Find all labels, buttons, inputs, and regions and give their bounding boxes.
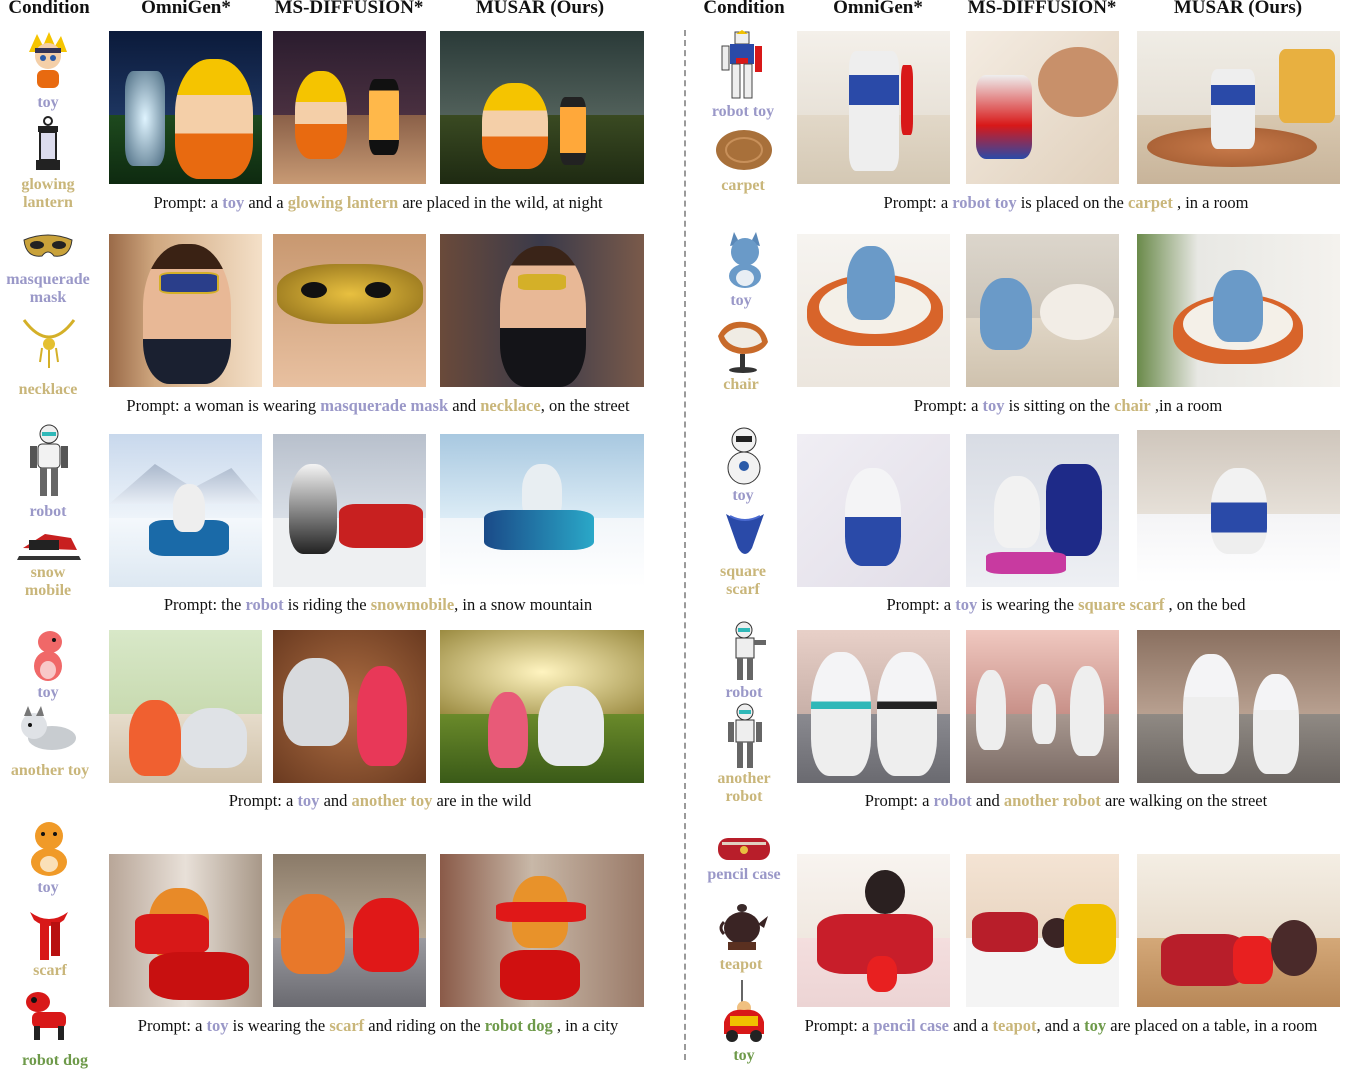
generated-image-omnigen: [109, 630, 262, 783]
prompt-caption: Prompt: a toy is wearing the square scar…: [886, 595, 1246, 614]
condition-label: robot toy: [711, 103, 775, 120]
car-toy-icon: [720, 978, 768, 1046]
generated-image-msdiffusion: [966, 854, 1119, 1007]
header-omnigen-left: OmniGen*: [141, 0, 231, 18]
prompt-caption: Prompt: a robot and another robot are wa…: [864, 791, 1268, 810]
pencil-case-icon: [716, 834, 772, 862]
generated-image-msdiffusion: [966, 630, 1119, 783]
condition-label: square scarf: [720, 563, 766, 598]
condition-label: toy: [733, 1047, 755, 1064]
prompt-caption: Prompt: a pencil case and a teapot, and …: [804, 1016, 1318, 1035]
generated-image-msdiffusion: [966, 31, 1119, 184]
prompt-caption: Prompt: a woman is wearing masquerade ma…: [126, 396, 630, 415]
condition-label: scarf: [33, 962, 67, 979]
generated-image-musar: [1137, 234, 1340, 387]
robot-icon: [28, 424, 70, 500]
generated-image-msdiffusion: [273, 31, 426, 184]
header-msdiffusion-right: MS-DIFFUSION*: [967, 0, 1117, 18]
condition-label: toy: [37, 684, 59, 701]
condition-label: glowing lantern: [21, 176, 75, 211]
robot-toy-icon: [722, 426, 766, 488]
prompt-caption: Prompt: a robot toy is placed on the car…: [883, 193, 1249, 212]
condition-label: toy: [37, 879, 59, 896]
condition-label: toy: [732, 487, 754, 504]
chair-icon: [714, 318, 772, 374]
generated-image-omnigen: [797, 630, 950, 783]
necklace-icon: [18, 314, 80, 376]
robot-dog-icon: [18, 988, 78, 1042]
header-condition-right: Condition: [703, 0, 785, 18]
prompt-caption: Prompt: a toy and another toy are in the…: [228, 791, 532, 810]
condition-label: snow mobile: [24, 564, 72, 599]
generated-image-omnigen: [109, 234, 262, 387]
condition-label: toy: [730, 292, 752, 309]
condition-label: pencil case: [707, 866, 781, 883]
header-condition-left: Condition: [8, 0, 90, 18]
generated-image-musar: [1137, 630, 1340, 783]
generated-image-musar: [440, 234, 644, 387]
generated-image-omnigen: [109, 434, 262, 587]
generated-image-msdiffusion: [966, 234, 1119, 387]
lantern-icon: [30, 116, 66, 174]
scarf-icon: [24, 904, 74, 962]
generated-image-msdiffusion: [273, 854, 426, 1007]
condition-label: necklace: [18, 381, 78, 398]
gundam-toy-icon: [718, 30, 766, 102]
snowmobile-icon: [15, 526, 83, 564]
generated-image-omnigen: [797, 31, 950, 184]
square-scarf-icon: [722, 508, 768, 566]
cat-toy-icon: [722, 232, 768, 290]
condition-label: another toy: [10, 762, 90, 779]
dinosaur-toy-icon: [28, 628, 70, 682]
header-msdiffusion-left: MS-DIFFUSION*: [274, 0, 424, 18]
generated-image-msdiffusion: [966, 434, 1119, 587]
condition-label: chair: [723, 376, 759, 393]
condition-label: teapot: [719, 956, 763, 973]
generated-image-msdiffusion: [273, 434, 426, 587]
generated-image-msdiffusion: [273, 630, 426, 783]
condition-label: robot dog: [22, 1052, 88, 1069]
generated-image-omnigen: [797, 434, 950, 587]
generated-image-musar: [440, 854, 644, 1007]
column-divider: [684, 30, 686, 1060]
generated-image-musar: [1137, 854, 1340, 1007]
tiger-toy-icon: [22, 818, 76, 878]
robot-icon: [726, 702, 764, 770]
generated-image-msdiffusion: [273, 234, 426, 387]
condition-label: robot: [725, 684, 763, 701]
generated-image-musar: [1137, 31, 1340, 184]
condition-label: masquerade mask: [6, 271, 90, 306]
prompt-caption: Prompt: a toy is wearing the scarf and r…: [137, 1016, 619, 1035]
prompt-caption: Prompt: a toy is sitting on the chair ,i…: [913, 396, 1223, 415]
mask-icon: [20, 230, 76, 264]
condition-label: toy: [37, 94, 59, 111]
husky-toy-icon: [16, 706, 80, 754]
naruto-toy-icon: [25, 30, 71, 92]
generated-image-musar: [440, 630, 644, 783]
header-musar-left: MUSAR (Ours): [475, 0, 605, 18]
header-omnigen-right: OmniGen*: [833, 0, 923, 18]
generated-image-omnigen: [797, 234, 950, 387]
teapot-icon: [718, 898, 770, 954]
generated-image-omnigen: [797, 854, 950, 1007]
generated-image-musar: [1137, 430, 1340, 583]
carpet-icon: [714, 128, 774, 172]
condition-label: robot: [29, 503, 67, 520]
generated-image-musar: [440, 434, 644, 587]
generated-image-musar: [440, 31, 644, 184]
condition-label: another robot: [717, 770, 771, 805]
header-musar-right: MUSAR (Ours): [1173, 0, 1303, 18]
generated-image-omnigen: [109, 854, 262, 1007]
robot-icon: [724, 620, 768, 682]
prompt-caption: Prompt: a toy and a glowing lantern are …: [153, 193, 603, 212]
prompt-caption: Prompt: the robot is riding the snowmobi…: [163, 595, 593, 614]
condition-label: carpet: [721, 177, 765, 194]
generated-image-omnigen: [109, 31, 262, 184]
